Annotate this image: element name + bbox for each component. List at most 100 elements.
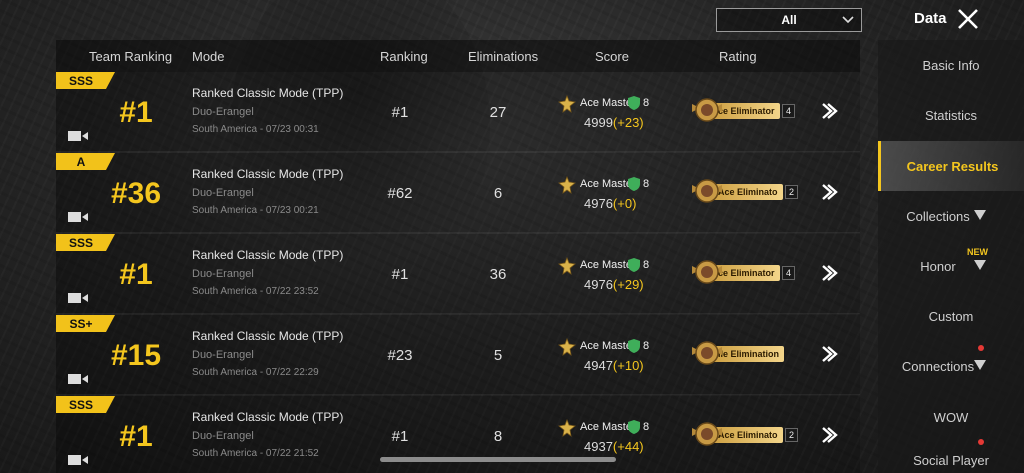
match-ranking: #62 — [387, 185, 413, 202]
video-camera-icon[interactable] — [67, 129, 89, 143]
score-delta: (+23) — [612, 115, 644, 130]
sidebar-item-career-results[interactable]: Career Results — [878, 141, 1024, 191]
rating-badge[interactable]: ce Eliminator 4 — [690, 256, 796, 288]
rating-level: 4 — [782, 266, 796, 280]
score-value: 4937(+44) — [584, 439, 644, 454]
table-row[interactable]: SS+ #15 Ranked Classic Mode (TPP) Duo-Er… — [56, 315, 860, 395]
sidebar-item-label: Statistics — [924, 107, 977, 123]
tier-level: 8 — [643, 421, 650, 433]
rating-badge[interactable]: Ace Eliminato 2 — [690, 175, 799, 207]
shield-icon — [628, 339, 640, 353]
video-camera-icon[interactable] — [67, 291, 89, 305]
score-number: 4999 — [584, 115, 613, 130]
medal-icon — [692, 98, 722, 122]
tier-level: 8 — [643, 259, 650, 271]
rating-badge[interactable]: Ace Eliminato 2 — [690, 418, 799, 450]
sidebar-item-connections[interactable]: Connections — [878, 341, 1024, 391]
ace-master-tier-icon — [558, 419, 576, 437]
medal-icon — [692, 260, 722, 284]
map-name: Duo-Erangel — [192, 187, 254, 199]
sidebar-item-label: Social Player — [913, 452, 989, 468]
table-row[interactable]: SSS #1 Ranked Classic Mode (TPP) Duo-Era… — [56, 234, 860, 314]
eliminations-count: 36 — [489, 266, 507, 283]
sidebar-item-statistics[interactable]: Statistics — [878, 90, 1024, 140]
grade-badge: SS+ — [56, 315, 115, 332]
map-name: Duo-Erangel — [192, 268, 254, 280]
medal-icon — [692, 341, 722, 365]
horizontal-scrollbar[interactable] — [380, 457, 616, 462]
rating-badge[interactable]: ce Eliminator 4 — [690, 94, 796, 126]
score-number: 4976 — [584, 196, 613, 211]
eliminations-count: 6 — [493, 185, 503, 202]
ace-master-tier-icon — [558, 338, 576, 356]
shield-icon — [628, 420, 640, 434]
shield-icon — [628, 258, 640, 272]
grade-badge: A — [56, 153, 115, 170]
rating-level: 4 — [782, 104, 796, 118]
team-rank: #1 — [119, 96, 153, 129]
video-camera-icon[interactable] — [67, 210, 89, 224]
header-team-ranking: Team Ranking — [89, 49, 173, 64]
sidebar-item-label: Connections — [901, 358, 975, 374]
close-icon[interactable] — [956, 7, 980, 31]
chevron-right-icon[interactable] — [820, 345, 838, 363]
sidebar-item-label: Custom — [928, 308, 974, 324]
score-value: 4976(+29) — [584, 277, 644, 292]
sidebar-item-label: WOW — [933, 409, 969, 425]
score-value: 4976(+0) — [584, 196, 636, 211]
mode-filter-dropdown[interactable]: All — [716, 8, 862, 32]
triangle-down-icon — [974, 260, 986, 270]
table-header: Team Ranking Mode Ranking Eliminations S… — [56, 40, 860, 72]
chevron-right-icon[interactable] — [820, 264, 838, 282]
score-delta: (+29) — [612, 277, 644, 292]
mode-name: Ranked Classic Mode (TPP) — [192, 167, 344, 181]
team-rank: #1 — [119, 258, 153, 291]
chevron-right-icon[interactable] — [820, 426, 838, 444]
map-name: Duo-Erangel — [192, 430, 254, 442]
sidebar-item-basic-info[interactable]: Basic Info — [878, 40, 1024, 90]
match-region-date: South America - 07/22 21:52 — [192, 448, 319, 459]
chevron-right-icon[interactable] — [820, 102, 838, 120]
rating-badge[interactable]: ile Elimination — [690, 337, 790, 369]
medal-icon — [692, 179, 722, 203]
eliminations-count: 27 — [489, 104, 507, 121]
chevron-right-icon[interactable] — [820, 183, 838, 201]
score-number: 4976 — [584, 277, 613, 292]
shield-icon — [628, 177, 640, 191]
team-rank: #1 — [119, 420, 153, 453]
eliminations-count: 5 — [493, 347, 503, 364]
sidebar-item-collections[interactable]: Collections — [878, 191, 1024, 241]
score-delta: (+0) — [612, 196, 637, 211]
ace-master-tier-icon — [558, 257, 576, 275]
team-rank: #15 — [110, 339, 162, 372]
eliminations-count: 8 — [493, 428, 503, 445]
video-camera-icon[interactable] — [67, 453, 89, 467]
sidebar-item-label: Collections — [906, 208, 970, 224]
video-camera-icon[interactable] — [67, 372, 89, 386]
score-value: 4999(+23) — [584, 115, 644, 130]
chevron-down-icon — [842, 16, 854, 24]
map-name: Duo-Erangel — [192, 349, 254, 361]
table-row[interactable]: A #36 Ranked Classic Mode (TPP) Duo-Eran… — [56, 153, 860, 233]
grade-badge: SSS — [56, 396, 115, 413]
grade-badge: SSS — [56, 234, 115, 251]
sidebar-item-social-player[interactable]: Social Player — [878, 435, 1024, 473]
sidebar-item-label: Honor — [920, 258, 956, 274]
table-row[interactable]: SSS #1 Ranked Classic Mode (TPP) Duo-Era… — [56, 72, 860, 152]
sidebar-item-custom[interactable]: Custom — [878, 291, 1024, 341]
match-region-date: South America - 07/22 22:29 — [192, 367, 319, 378]
match-ranking: #23 — [387, 347, 413, 364]
triangle-down-icon — [974, 360, 986, 370]
notification-dot — [978, 345, 984, 351]
score-delta: (+44) — [612, 439, 644, 454]
map-name: Duo-Erangel — [192, 106, 254, 118]
score-value: 4947(+10) — [584, 358, 644, 373]
sidebar-item-label: Basic Info — [922, 57, 980, 73]
tier-level: 8 — [643, 97, 650, 109]
sidebar-item-honor[interactable]: Honor NEW — [878, 241, 1024, 291]
header-mode: Mode — [192, 49, 225, 64]
mode-filter-value: All — [781, 13, 797, 27]
team-rank: #36 — [110, 177, 162, 210]
match-ranking: #1 — [391, 428, 409, 445]
ace-master-tier-icon — [558, 95, 576, 113]
